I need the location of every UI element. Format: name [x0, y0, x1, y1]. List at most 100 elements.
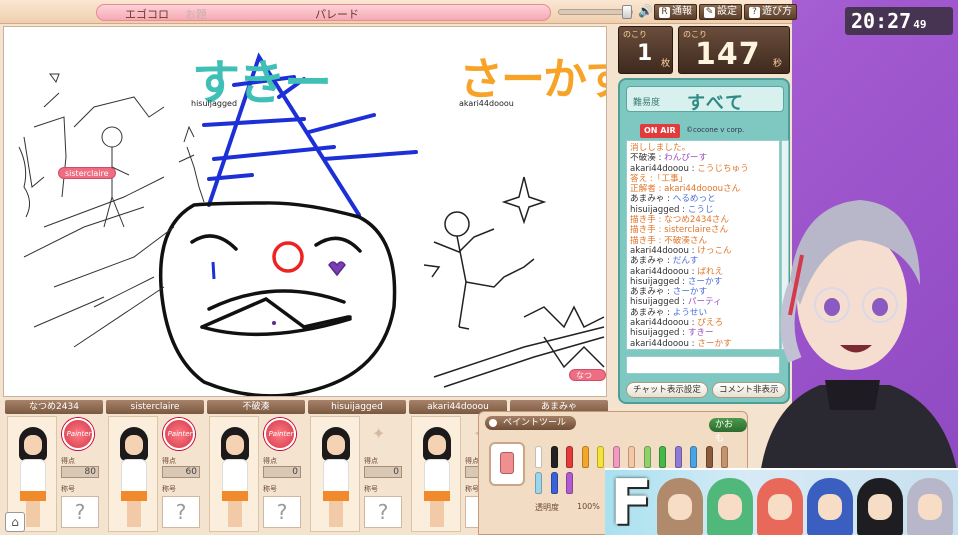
chat-author: akari44dooou :	[630, 245, 698, 256]
pen-color[interactable]	[628, 446, 635, 468]
player-name: 不破湊	[207, 400, 305, 414]
chat-message: 描き手 : sisterclaireさん	[630, 225, 729, 236]
chat-message: こうじちゅう	[697, 163, 749, 174]
volume-knob[interactable]	[622, 5, 632, 19]
chat-author: akari44dooou :	[630, 163, 698, 174]
eraser-icon	[500, 452, 514, 474]
painter-badge: Painter	[264, 418, 296, 450]
report-label: 通報	[672, 6, 692, 17]
member-avatar-6	[907, 478, 953, 535]
pen-color[interactable]	[674, 446, 682, 468]
chat-author: akari44dooou :	[630, 318, 698, 329]
difficulty-value: すべて	[687, 93, 746, 114]
drawing-canvas[interactable]: すきー hisuijagged さーかす akari44dooou sister…	[3, 26, 607, 397]
pen-color[interactable]	[659, 446, 666, 468]
chat-message: さーかす	[687, 276, 723, 287]
cursor-tag-sisterclaire: sisterclaire	[58, 167, 116, 179]
member-avatar-5	[857, 478, 903, 535]
report-icon: R	[659, 7, 670, 18]
chat-author: hisuijagged :	[630, 204, 688, 215]
player-card[interactable]: 不破湊 Painter 得点 0 称号?	[207, 400, 305, 535]
member-banner: F	[605, 468, 958, 535]
remaining-time-unit: 秒	[773, 59, 783, 69]
pen-color[interactable]	[597, 446, 604, 468]
pen-color[interactable]	[550, 472, 558, 494]
clock-seconds: 49	[913, 18, 927, 31]
pen-color[interactable]	[705, 446, 713, 468]
player-card[interactable]: hisuijagged ✦ 得点 0 称号?	[308, 400, 406, 535]
chat-message: 描き手 : なつめ2434さん	[630, 215, 729, 226]
stream-clock: 20:27 49	[845, 7, 953, 35]
member-avatar-3	[757, 478, 803, 535]
how-to-play-label: 遊び方	[762, 6, 792, 17]
top-bar: エゴコロ お題 パレード 🔊 R 通報 ✎ 設定 ? 遊び方	[0, 0, 797, 24]
guess-bubble-right: さーかす	[459, 54, 606, 105]
egokoro-game-window: エゴコロ お題 パレード 🔊 R 通報 ✎ 設定 ? 遊び方 すきー hisui…	[0, 0, 797, 535]
player-name: sisterclaire	[106, 400, 204, 414]
chat-display-settings-button[interactable]: チャット表示設定	[626, 382, 708, 398]
pen-color[interactable]	[535, 472, 542, 494]
title-caption: 称号	[61, 485, 75, 493]
onair-row: ON AIR ©cocone v corp.	[640, 124, 786, 138]
left-scribble-drawing	[18, 73, 205, 348]
diamond-icon: ✦	[372, 424, 386, 443]
chat-message: さーかす	[672, 287, 708, 298]
painter-badge: Painter	[163, 418, 195, 450]
title-caption: 称号	[263, 485, 277, 493]
chat-message: こうじ	[687, 204, 714, 215]
member-avatar-4	[807, 478, 853, 535]
clown-face-drawing	[158, 201, 397, 396]
eraser-tool[interactable]	[489, 442, 525, 486]
onair-badge: ON AIR	[640, 124, 680, 138]
player-avatar	[310, 416, 360, 532]
chat-message: だんす	[672, 256, 699, 267]
copyright-text: ©cocone v corp.	[686, 126, 745, 134]
painter-badge-label: Painter	[167, 430, 193, 438]
chat-line: 消ししました。	[630, 143, 776, 153]
chat-message: ぴえろ	[697, 318, 724, 329]
pen-color[interactable]	[721, 446, 728, 468]
pen-color[interactable]	[581, 446, 589, 468]
chat-message: けっこん	[697, 245, 732, 256]
settings-button[interactable]: ✎ 設定	[699, 4, 742, 20]
player-avatar	[209, 416, 259, 532]
chat-author: あまみゃ :	[630, 194, 673, 205]
guess-bubble-right-user: akari44dooou	[459, 99, 514, 108]
chat-author: hisuijagged :	[630, 276, 688, 287]
opacity-value: 100%	[577, 502, 600, 511]
theme-caption: お題	[185, 8, 207, 21]
score-caption: 得点	[364, 457, 378, 465]
chat-message: 答え :「工事」	[630, 173, 688, 184]
pen-color[interactable]	[566, 472, 573, 494]
pen-color[interactable]	[643, 446, 651, 468]
chat-line: 不破湊 : わんぴーす	[630, 153, 776, 163]
score-caption: 得点	[162, 457, 176, 465]
report-button[interactable]: R 通報	[654, 4, 697, 20]
title-caption: 称号	[162, 485, 176, 493]
remaining-sheets-counter: のこり 1 枚	[618, 26, 673, 74]
player-card[interactable]: sisterclaire Painter 得点 60 称号?	[106, 400, 204, 535]
chat-message: ぱれえ	[697, 266, 724, 277]
chat-line: 答え :「工事」	[630, 174, 776, 184]
pen-color[interactable]	[612, 446, 620, 468]
pen-color[interactable]	[535, 446, 542, 468]
vtuber-avatar	[760, 200, 958, 475]
speaker-icon[interactable]: 🔊	[638, 4, 653, 18]
home-icon[interactable]: ⌂	[5, 512, 25, 532]
player-score: 60	[162, 466, 200, 478]
player-score: 80	[61, 466, 99, 478]
player-title: ?	[364, 496, 402, 528]
player-title: ?	[162, 496, 200, 528]
player-score: 0	[364, 466, 402, 478]
clock-time: 20:27	[851, 9, 912, 33]
chat-message: 消ししました。	[630, 143, 691, 153]
chat-author: あまみゃ :	[630, 287, 673, 298]
member-avatar-2	[707, 478, 753, 535]
pen-color[interactable]	[690, 446, 697, 468]
pen-color[interactable]	[550, 446, 558, 468]
how-to-play-button[interactable]: ? 遊び方	[744, 4, 797, 20]
pen-color[interactable]	[566, 446, 573, 468]
player-avatar	[108, 416, 158, 532]
opacity-caption: 透明度	[535, 503, 559, 512]
player-title: ?	[263, 496, 301, 528]
